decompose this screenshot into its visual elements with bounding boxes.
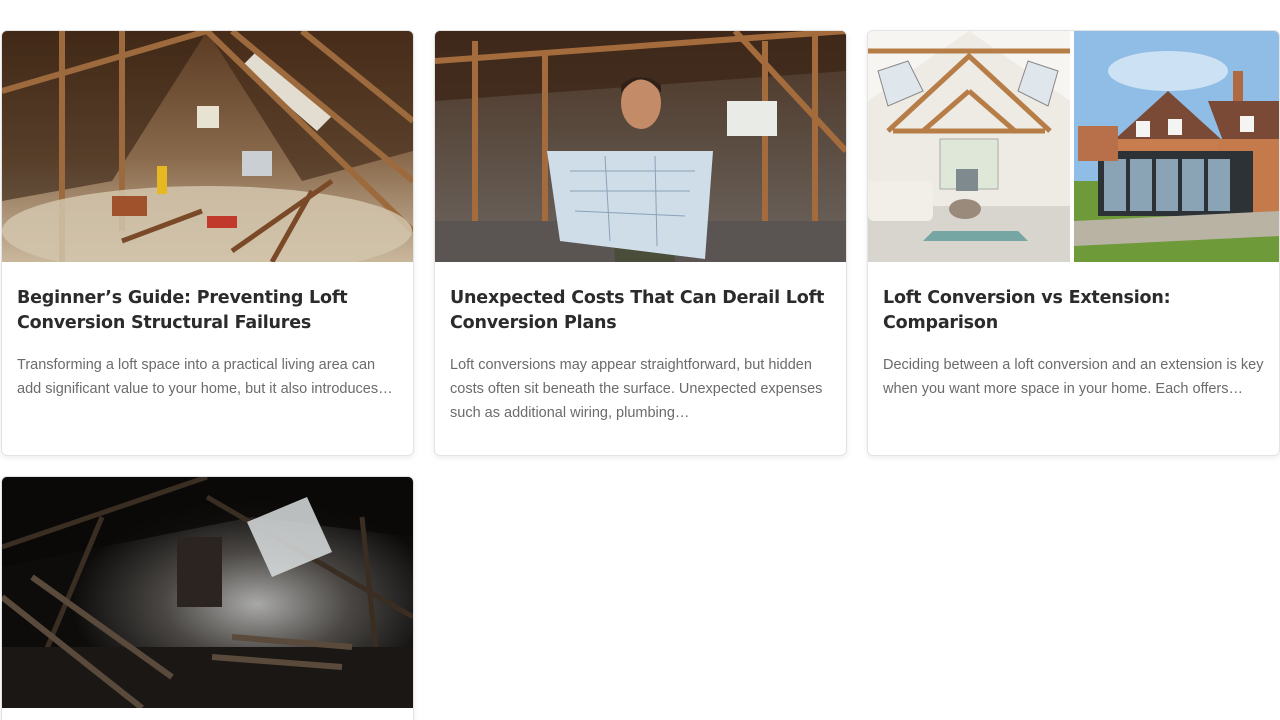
post-thumbnail[interactable] [868, 31, 1279, 262]
loft-vs-extension-image [868, 31, 1279, 262]
post-card[interactable]: Beginner’s Guide: Preventing Loft Conver… [1, 30, 414, 456]
post-card-body: Unexpected Costs That Can Derail Loft Co… [435, 262, 846, 425]
post-card-body: Beginner’s Guide: Preventing Loft Conver… [2, 262, 413, 401]
post-thumbnail[interactable] [2, 477, 413, 708]
blog-post-grid: Beginner’s Guide: Preventing Loft Conver… [0, 0, 1280, 720]
post-card-body [2, 708, 413, 720]
post-excerpt: Loft conversions may appear straightforw… [450, 357, 823, 421]
post-card[interactable] [1, 476, 414, 720]
post-card[interactable]: Unexpected Costs That Can Derail Loft Co… [434, 30, 847, 456]
loft-debris-image [2, 31, 413, 262]
post-title-link[interactable]: Beginner’s Guide: Preventing Loft Conver… [17, 286, 398, 336]
post-title-link[interactable]: Loft Conversion vs Extension: Comparison [883, 286, 1264, 336]
post-excerpt: Transforming a loft space into a practic… [17, 357, 393, 397]
post-thumbnail[interactable] [435, 31, 846, 262]
post-excerpt: Deciding between a loft conversion and a… [883, 357, 1264, 397]
post-thumbnail[interactable] [2, 31, 413, 262]
man-with-plans-image [435, 31, 846, 262]
post-title-link[interactable]: Unexpected Costs That Can Derail Loft Co… [450, 286, 831, 336]
post-card[interactable]: Loft Conversion vs Extension: Comparison… [867, 30, 1280, 456]
post-card-body: Loft Conversion vs Extension: Comparison… [868, 262, 1279, 401]
dark-loft-image [2, 477, 413, 708]
